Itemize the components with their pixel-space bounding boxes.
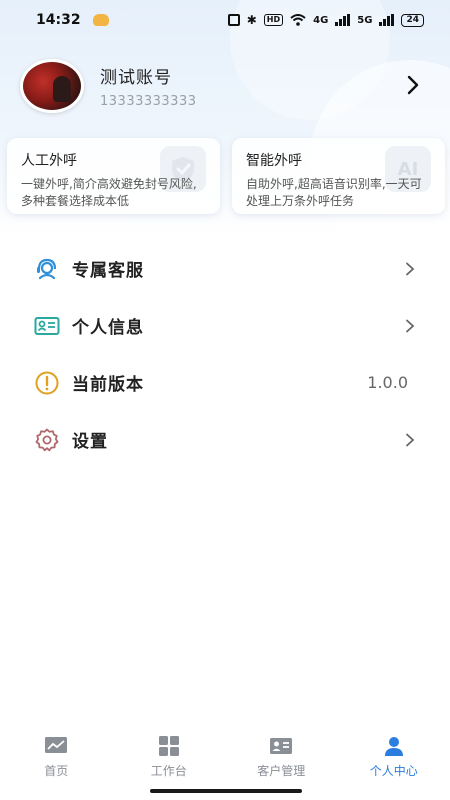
service-cards: 人工外呼 一键外呼,简介高效避免封号风险,多种套餐选择成本低 AI 智能外呼 自… (7, 138, 445, 214)
network-4g-label: 4G (313, 14, 329, 26)
tab-label: 工作台 (150, 764, 187, 778)
card-description: 一键外呼,简介高效避免封号风险,多种套餐选择成本低 (21, 177, 197, 208)
chevron-right-icon[interactable] (402, 74, 424, 96)
profile-header[interactable]: 测试账号 13333333333 (20, 58, 430, 114)
menu-item-label: 设置 (72, 432, 108, 452)
menu-item-label: 当前版本 (72, 375, 144, 395)
bluetooth-icon: ✱ (246, 13, 257, 27)
status-time: 14:32 (36, 12, 81, 28)
signal-icon (379, 14, 395, 26)
chevron-right-icon (406, 262, 415, 275)
wifi-icon (290, 14, 306, 26)
profile-info: 测试账号 13333333333 (100, 63, 196, 109)
menu-item-label: 专属客服 (72, 261, 144, 281)
network-5g-label: 5G (357, 14, 373, 26)
tab-label: 个人中心 (369, 764, 418, 778)
tab-customers[interactable]: 客户管理 (225, 730, 338, 782)
profile-phone: 13333333333 (100, 94, 197, 109)
signal-icon (335, 14, 351, 26)
menu-item-customer-service[interactable]: 专属客服 (0, 240, 450, 297)
person-icon (384, 737, 403, 756)
manual-call-card[interactable]: 人工外呼 一键外呼,简介高效避免封号风险,多种套餐选择成本低 (7, 138, 220, 214)
menu-item-label: 个人信息 (72, 318, 144, 338)
chart-icon (45, 737, 68, 753)
hd-badge: HD (263, 14, 284, 26)
menu-item-right: 1.0.0 (367, 373, 416, 392)
menu-item-right (404, 319, 416, 333)
version-value: 1.0.0 (367, 373, 408, 392)
headset-icon (34, 256, 60, 282)
profile-name: 测试账号 (100, 68, 172, 88)
menu-item-version[interactable]: 当前版本 1.0.0 (0, 354, 450, 411)
chevron-right-icon (406, 433, 415, 446)
avatar[interactable] (20, 59, 84, 113)
status-bar: 14:32 ✱ HD 4G 5G 24 (0, 0, 450, 40)
grid-icon (158, 736, 179, 756)
gear-icon (34, 427, 60, 453)
smart-call-card[interactable]: AI 智能外呼 自助外呼,超高语音识别率,一天可处理上万条外呼任务 (232, 138, 445, 214)
menu-item-personal-info[interactable]: 个人信息 (0, 297, 450, 354)
contacts-icon (270, 738, 293, 754)
menu-item-right (404, 433, 416, 447)
tab-label: 首页 (44, 764, 69, 778)
status-indicators: ✱ HD 4G 5G 24 (227, 13, 424, 27)
tab-profile[interactable]: 个人中心 (338, 730, 450, 782)
vibrate-icon (227, 14, 240, 26)
notification-app-icon (92, 14, 109, 26)
tab-label: 客户管理 (257, 764, 306, 778)
id-card-icon (34, 313, 60, 339)
menu-item-right (404, 262, 416, 276)
tab-home[interactable]: 首页 (0, 730, 113, 782)
info-alert-icon (34, 370, 60, 396)
card-description: 自助外呼,超高语音识别率,一天可处理上万条外呼任务 (246, 177, 422, 208)
settings-menu: 专属客服 个人信息 当前版本 1.0.0 设置 (0, 240, 450, 468)
chevron-right-icon (406, 319, 415, 332)
tab-workbench[interactable]: 工作台 (113, 730, 226, 782)
bottom-tab-bar: 首页 工作台 客户管理 个人中心 (0, 730, 450, 782)
menu-item-settings[interactable]: 设置 (0, 411, 450, 468)
battery-icon: 24 (401, 13, 424, 27)
home-indicator[interactable] (150, 789, 302, 793)
